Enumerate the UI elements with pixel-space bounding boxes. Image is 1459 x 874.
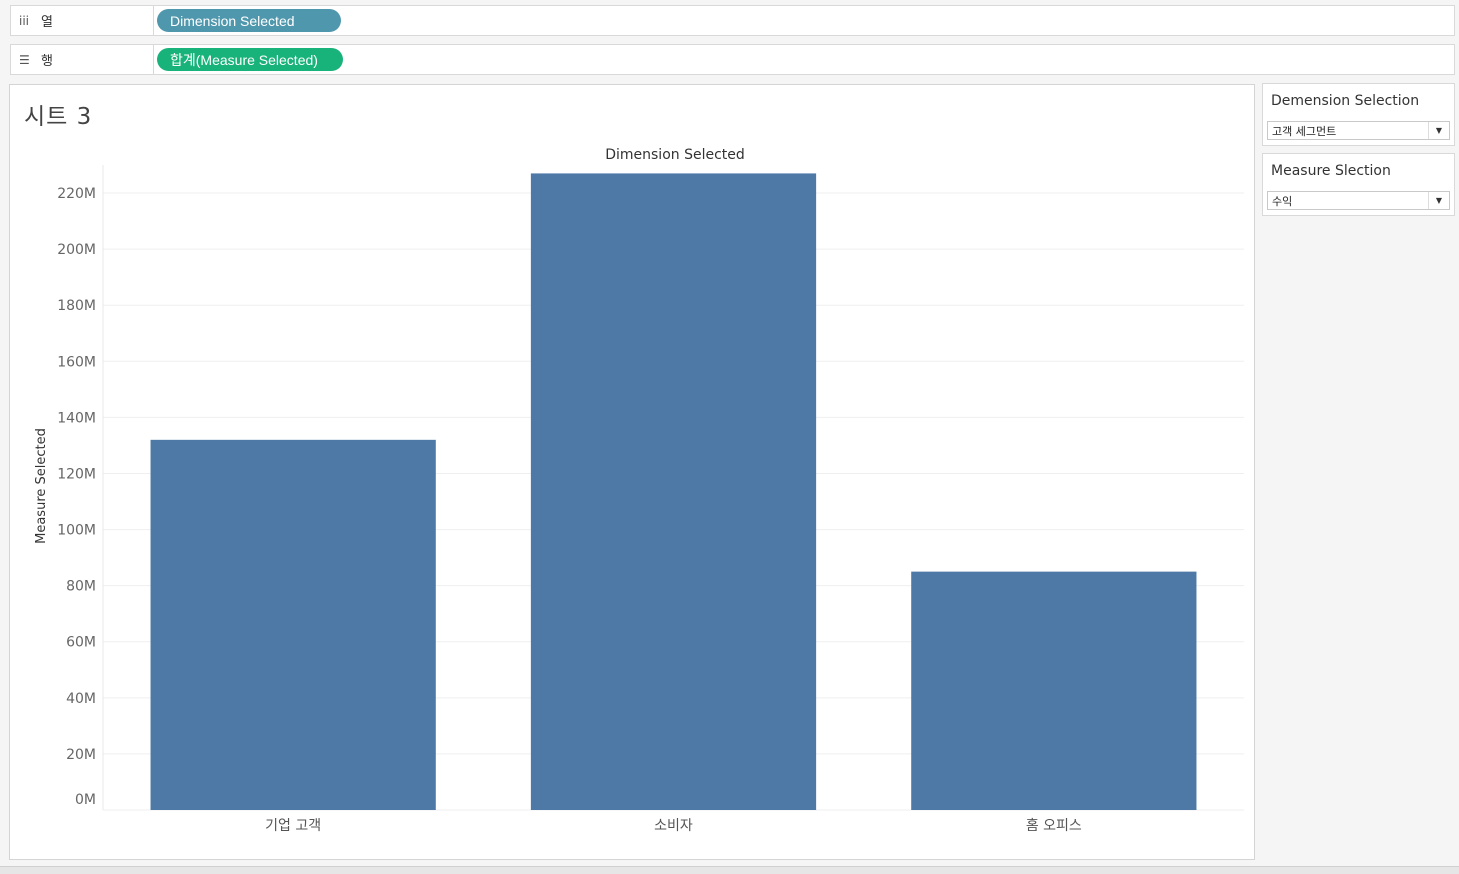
left-edge bbox=[0, 84, 4, 860]
x-axis-ticks: 기업 고객 소비자 홈 오피스 bbox=[265, 818, 1082, 834]
dimension-parameter-card: Demension Selection 고객 세그먼트 ▼ bbox=[1262, 83, 1455, 146]
bar-chart: Dimension Selected Measure Selected 0M 20… bbox=[34, 147, 1244, 834]
y-tick-label: 160M bbox=[57, 354, 96, 370]
y-axis-label: Measure Selected bbox=[34, 428, 49, 544]
bar[interactable] bbox=[911, 571, 1197, 810]
columns-shelf: iii 열 Dimension Selected bbox=[10, 5, 1455, 36]
measure-parameter-value: 수익 bbox=[1272, 194, 1293, 208]
y-tick-label: 60M bbox=[66, 635, 96, 651]
y-axis-ticks: 0M 20M 40M 60M 80M 100M 120M 140M 160M 180M 200M 22… bbox=[57, 186, 96, 808]
measure-parameter-select[interactable]: 수익 ▼ bbox=[1267, 191, 1450, 210]
chevron-down-icon[interactable]: ▼ bbox=[1428, 122, 1449, 139]
bars bbox=[150, 173, 1197, 811]
y-tick-label: 120M bbox=[57, 466, 96, 482]
y-tick-label: 180M bbox=[57, 298, 96, 314]
y-tick-label: 80M bbox=[66, 579, 96, 595]
dimension-pill[interactable]: Dimension Selected bbox=[157, 9, 341, 32]
rows-shelf-label: ☰ 행 bbox=[11, 45, 154, 74]
rows-icon: ☰ bbox=[19, 52, 30, 67]
columns-shelf-label: iii 열 bbox=[11, 6, 154, 35]
measure-pill[interactable]: 합계(Measure Selected) bbox=[157, 48, 343, 71]
y-tick-label: 200M bbox=[57, 242, 96, 258]
measure-parameter-card: Measure Slection 수익 ▼ bbox=[1262, 153, 1455, 216]
columns-icon: iii bbox=[19, 13, 30, 28]
y-tick-label: 100M bbox=[57, 523, 96, 539]
rows-shelf: ☰ 행 합계(Measure Selected) bbox=[10, 44, 1455, 75]
worksheet: 시트 3 Dimension Selected Measure Selected… bbox=[9, 84, 1255, 860]
y-tick-label: 40M bbox=[66, 691, 96, 707]
bar[interactable] bbox=[150, 439, 436, 810]
dimension-parameter-title: Demension Selection bbox=[1271, 93, 1420, 109]
x-tick-label: 기업 고객 bbox=[265, 818, 321, 834]
chart-title: Dimension Selected bbox=[605, 147, 745, 163]
y-tick-label: 140M bbox=[57, 410, 96, 426]
columns-label: 열 bbox=[41, 15, 53, 30]
y-tick-label: 0M bbox=[75, 792, 96, 808]
x-tick-label: 소비자 bbox=[654, 818, 693, 834]
measure-parameter-title: Measure Slection bbox=[1271, 163, 1391, 179]
dimension-parameter-select[interactable]: 고객 세그먼트 ▼ bbox=[1267, 121, 1450, 140]
bar[interactable] bbox=[530, 173, 817, 811]
y-tick-label: 220M bbox=[57, 186, 96, 202]
rows-label: 행 bbox=[41, 54, 53, 69]
y-tick-label: 20M bbox=[66, 747, 96, 763]
x-tick-label: 홈 오피스 bbox=[1026, 818, 1082, 834]
dimension-parameter-value: 고객 세그먼트 bbox=[1272, 124, 1337, 138]
chevron-down-icon[interactable]: ▼ bbox=[1428, 192, 1449, 209]
